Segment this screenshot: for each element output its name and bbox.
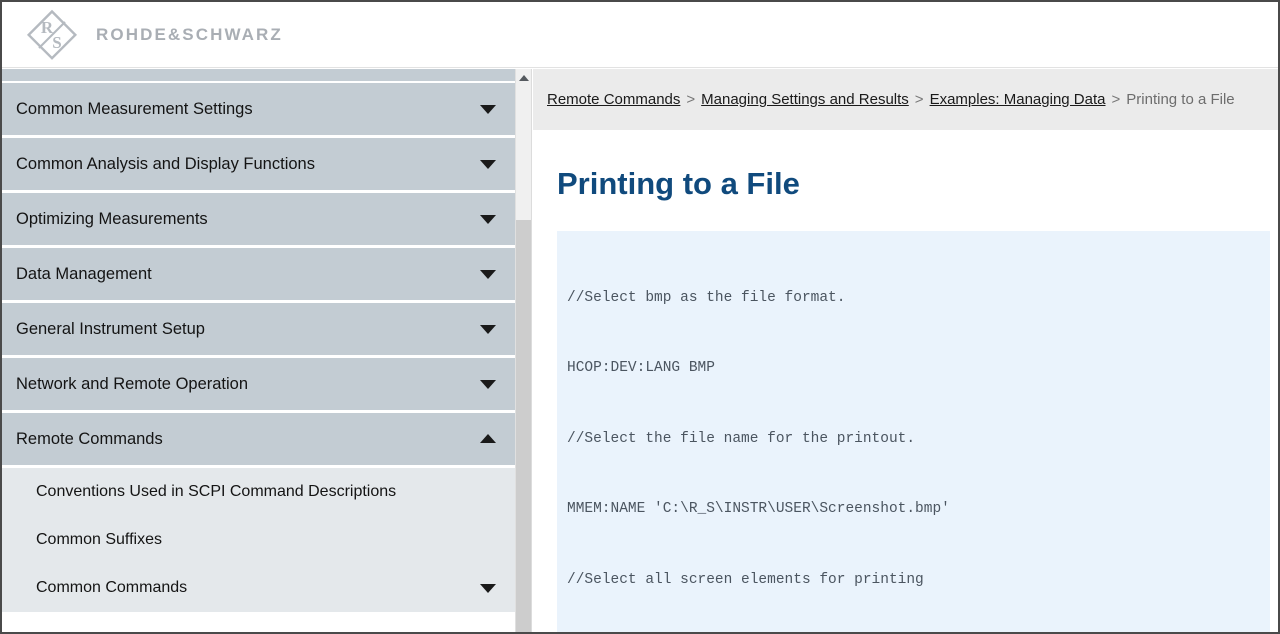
code-line: //Select the file name for the printout.: [567, 430, 916, 447]
chevron-down-icon[interactable]: [480, 160, 496, 169]
scrollbar-thumb[interactable]: [516, 220, 531, 632]
chevron-down-icon[interactable]: [480, 584, 496, 593]
help-viewer-window: R S ROHDE&SCHWARZ Common Measurement Set…: [0, 0, 1280, 634]
breadcrumb-current-page: Printing to a File: [1126, 91, 1235, 108]
chevron-down-icon[interactable]: [480, 270, 496, 279]
chevron-down-icon[interactable]: [480, 325, 496, 334]
sidebar-item-label: Data Management: [16, 264, 152, 283]
scroll-up-arrow-icon[interactable]: [516, 69, 531, 86]
sidebar-item-common-analysis-and-display-functions[interactable]: Common Analysis and Display Functions: [2, 138, 515, 193]
scpi-code-block: //Select bmp as the file format. HCOP:DE…: [557, 231, 1270, 632]
breadcrumb-separator: >: [1111, 91, 1121, 108]
sidebar-subitem-common-suffixes[interactable]: Common Suffixes: [2, 516, 515, 564]
sidebar-subitems: Conventions Used in SCPI Command Descrip…: [2, 468, 515, 612]
page-title: Printing to a File: [557, 166, 800, 201]
sidebar-item-label: Common Analysis and Display Functions: [16, 154, 315, 173]
chevron-down-icon[interactable]: [480, 105, 496, 114]
breadcrumb-link-examples-managing-data[interactable]: Examples: Managing Data: [930, 91, 1106, 108]
chevron-up-icon[interactable]: [480, 434, 496, 443]
sidebar-item-label: General Instrument Setup: [16, 319, 205, 338]
page-header: R S ROHDE&SCHWARZ: [2, 2, 1278, 68]
svg-text:S: S: [52, 33, 61, 52]
code-line: MMEM:NAME 'C:\R_S\INSTR\USER\Screenshot.…: [567, 501, 950, 518]
sidebar-item-network-and-remote-operation[interactable]: Network and Remote Operation: [2, 358, 515, 413]
sidebar-subitem-label: Common Commands: [36, 579, 188, 596]
breadcrumb-link-managing-settings-and-results[interactable]: Managing Settings and Results: [701, 91, 909, 108]
sidebar-item-remote-commands[interactable]: Remote Commands: [2, 413, 515, 468]
sidebar-item-label: Network and Remote Operation: [16, 374, 249, 393]
sidebar-item-data-management[interactable]: Data Management: [2, 248, 515, 303]
sidebar-item-optimizing-measurements[interactable]: Optimizing Measurements: [2, 193, 515, 248]
breadcrumb-separator: >: [914, 91, 924, 108]
sidebar-subitem-label: Common Suffixes: [36, 531, 162, 548]
sidebar-scrollbar[interactable]: [515, 69, 532, 632]
sidebar-subitem-conventions-used-in-scpi-command-descriptions[interactable]: Conventions Used in SCPI Command Descrip…: [2, 468, 515, 516]
breadcrumb-link-remote-commands[interactable]: Remote Commands: [547, 91, 680, 108]
sidebar-item-common-measurement-settings[interactable]: Common Measurement Settings: [2, 83, 515, 138]
sidebar-top-strip: [2, 69, 515, 83]
sidebar-item-general-instrument-setup[interactable]: General Instrument Setup: [2, 303, 515, 358]
rohde-schwarz-logo: R S: [14, 7, 90, 63]
chevron-down-icon[interactable]: [480, 380, 496, 389]
sidebar-subitem-label: Conventions Used in SCPI Command Descrip…: [36, 483, 397, 500]
sidebar-item-label: Remote Commands: [16, 429, 163, 448]
logo-diamond-icon: R S: [26, 9, 78, 60]
sidebar-navigation: Common Measurement Settings Common Analy…: [2, 69, 515, 632]
sidebar-item-label: Common Measurement Settings: [16, 99, 253, 118]
content-pane: Remote Commands > Managing Settings and …: [533, 69, 1278, 632]
code-line: //Select all screen elements for printin…: [567, 571, 924, 588]
chevron-down-icon[interactable]: [480, 215, 496, 224]
code-line: HCOP:DEV:LANG BMP: [567, 360, 715, 377]
code-line: //Select bmp as the file format.: [567, 289, 846, 306]
sidebar-subitem-common-commands[interactable]: Common Commands: [2, 564, 515, 612]
scroll-up-arrow-glyph: [518, 74, 529, 81]
breadcrumb-separator: >: [686, 91, 696, 108]
sidebar-item-label: Optimizing Measurements: [16, 209, 208, 228]
brand-name: ROHDE&SCHWARZ: [96, 24, 283, 44]
breadcrumb: Remote Commands > Managing Settings and …: [533, 69, 1278, 130]
